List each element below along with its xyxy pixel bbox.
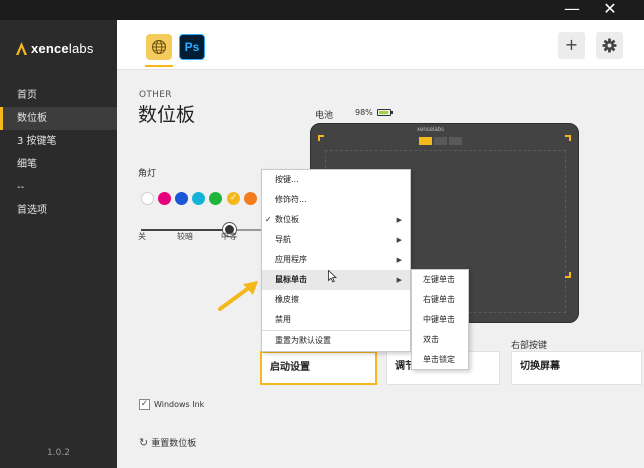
menu-item-modifier[interactable]: 修饰符... — [262, 190, 410, 210]
windows-ink-label: Windows Ink — [154, 400, 205, 409]
settings-button[interactable] — [596, 32, 623, 59]
brightness-tick-off: 关 — [138, 232, 146, 241]
sidebar-item-thin-pen[interactable]: 细笔 — [0, 153, 117, 176]
tablet-key-3[interactable] — [449, 137, 462, 145]
menu-item-reset-default[interactable]: 重置为默认设置 — [262, 331, 410, 351]
sidebar-nav: 首页 数位板 3 按键笔 细笔 -- 首选项 — [0, 84, 117, 222]
corner-light-label: 角灯 — [138, 169, 157, 179]
page-title: 数位板 — [138, 104, 196, 126]
xencelabs-logo-icon — [16, 41, 27, 55]
tablet-brand: xencelabs — [417, 127, 445, 133]
brightness-tick-medium: 中等 — [221, 232, 237, 241]
mouse-cursor-icon — [328, 270, 337, 283]
logo: xencelabs — [16, 40, 94, 56]
key-action-menu: 按键... 修饰符... ✓ 数位板 ▶ 导航 ▶ 应用程序 ▶ 鼠标单击 ▶ 橡皮擦 禁… — [261, 169, 411, 352]
sidebar-item-preferences[interactable]: 首选项 — [0, 199, 117, 222]
sidebar-item-tablet[interactable]: 数位板 — [0, 107, 117, 130]
corner-light-marker — [565, 135, 571, 141]
color-swatch[interactable] — [244, 192, 257, 205]
tablet-key-1[interactable] — [419, 137, 432, 145]
photoshop-icon: Ps — [184, 40, 200, 54]
submenu-item-click-lock[interactable]: 单击锁定 — [412, 350, 468, 370]
submenu-item-double-click[interactable]: 双击 — [412, 330, 468, 350]
color-swatch[interactable]: ✓ — [227, 192, 240, 205]
tablet-key-2[interactable] — [434, 137, 447, 145]
check-icon: ✓ — [265, 215, 272, 224]
sidebar-item-separator[interactable]: -- — [0, 176, 117, 199]
sidebar: xencelabs 首页 数位板 3 按键笔 细笔 -- 首选项 1.0.2 — [0, 20, 117, 468]
reset-tablet-button[interactable]: ↻ 重置数位板 — [139, 436, 196, 449]
color-swatch[interactable] — [175, 192, 188, 205]
submenu-arrow-icon: ▶ — [396, 256, 402, 264]
menu-item-disable[interactable]: 禁用 — [262, 310, 410, 330]
submenu-item-left-click[interactable]: 左键单击 — [412, 270, 468, 290]
app-tab-photoshop[interactable]: Ps — [179, 34, 205, 60]
menu-item-eraser[interactable]: 橡皮擦 — [262, 290, 410, 310]
key-launch-settings[interactable]: 启动设置 — [260, 351, 377, 385]
color-swatch[interactable] — [141, 192, 154, 205]
color-swatch[interactable] — [209, 192, 222, 205]
menu-item-keystroke[interactable]: 按键... — [262, 170, 410, 190]
app-tab-globe[interactable] — [145, 34, 173, 67]
add-app-button[interactable]: + — [558, 32, 585, 59]
color-swatch[interactable] — [192, 192, 205, 205]
logo-text: xencelabs — [31, 40, 94, 56]
windows-ink-option[interactable]: ✓ Windows Ink — [139, 399, 204, 410]
minimize-button[interactable]: — — [554, 0, 590, 20]
menu-item-application[interactable]: 应用程序 ▶ — [262, 250, 410, 270]
right-key-caption: 右部按键 — [511, 341, 548, 351]
orange-arrow-icon — [218, 281, 258, 311]
corner-light-marker — [318, 135, 324, 141]
submenu-item-right-click[interactable]: 右键单击 — [412, 290, 468, 310]
close-button[interactable]: ✕ — [592, 0, 628, 20]
mouse-click-submenu: 左键单击 右键单击 中键单击 双击 单击锁定 — [411, 269, 469, 370]
version-label: 1.0.2 — [47, 448, 70, 458]
title-bar: — ✕ — [0, 0, 644, 20]
submenu-arrow-icon: ▶ — [396, 276, 402, 284]
app-header: Ps + — [117, 20, 644, 70]
menu-item-tablet[interactable]: ✓ 数位板 ▶ — [262, 210, 410, 230]
color-swatch[interactable] — [158, 192, 171, 205]
menu-item-navigation[interactable]: 导航 ▶ — [262, 230, 410, 250]
battery-value: 98% — [355, 108, 373, 117]
gear-icon — [602, 38, 617, 53]
brightness-slider[interactable] — [141, 223, 261, 236]
submenu-item-middle-click[interactable]: 中键单击 — [412, 310, 468, 330]
reset-tablet-label: 重置数位板 — [151, 439, 197, 449]
battery-icon — [377, 109, 393, 116]
reset-icon: ↻ — [139, 436, 149, 449]
submenu-arrow-icon: ▶ — [396, 216, 402, 224]
key-switch-screen[interactable]: 切换屏幕 — [511, 351, 642, 385]
sidebar-item-3-button-pen[interactable]: 3 按键笔 — [0, 130, 117, 153]
sidebar-item-home[interactable]: 首页 — [0, 84, 117, 107]
globe-icon — [151, 39, 167, 55]
windows-ink-checkbox[interactable]: ✓ — [139, 399, 150, 410]
brightness-tick-dim: 较暗 — [177, 232, 193, 241]
submenu-arrow-icon: ▶ — [396, 236, 402, 244]
corner-light-marker — [565, 272, 571, 278]
battery-label: 电池 — [315, 111, 334, 121]
page-subtitle: OTHER — [139, 90, 172, 100]
